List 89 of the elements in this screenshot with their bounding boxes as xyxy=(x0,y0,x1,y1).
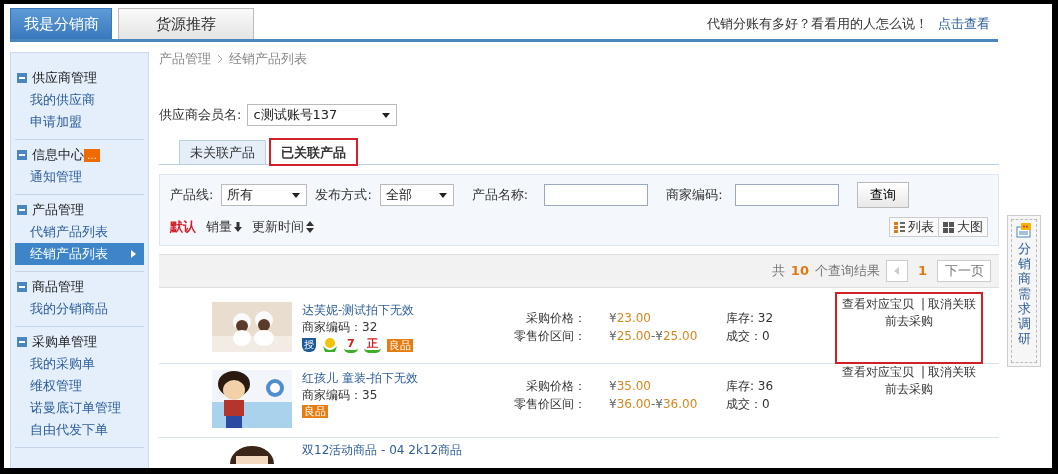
product-title[interactable]: 红孩儿 童装-拍下无效 xyxy=(302,370,496,387)
sidebar-item[interactable]: 申请加盟 xyxy=(15,111,144,133)
price-label: 零售价区间： xyxy=(514,328,586,345)
tab[interactable]: 已关联产品 xyxy=(270,139,357,165)
product-title[interactable]: 双12活动商品 - 04 2k12商品 xyxy=(302,442,496,459)
price-label: 采购价格： xyxy=(526,310,586,327)
purchase-price: ¥35.00 xyxy=(609,378,651,395)
top-tab[interactable]: 我是分销商 xyxy=(10,8,112,39)
purchase-link[interactable]: 前去采购 xyxy=(885,382,933,396)
publish-select[interactable]: 全部 xyxy=(379,184,454,206)
breadcrumb-item[interactable]: 产品管理 xyxy=(159,49,211,69)
view-toggle[interactable]: 大图 xyxy=(938,218,987,236)
sidebar-item[interactable]: 我的供应商 xyxy=(15,89,144,111)
product-code: 商家编码：35 xyxy=(302,387,379,404)
sort-icon xyxy=(306,221,314,233)
guarantee-badge: 7 xyxy=(344,337,358,353)
note-icon xyxy=(1016,223,1032,238)
product-code: 商家编码：32 xyxy=(302,319,379,336)
collapse-icon[interactable] xyxy=(17,205,27,215)
input-field[interactable] xyxy=(544,184,649,206)
collapse-icon[interactable] xyxy=(17,337,27,347)
arrow-icon xyxy=(131,250,136,258)
sidebar-item[interactable]: 代销产品列表 xyxy=(15,221,144,243)
promo-text: 代销分账有多好？看看用的人怎么说！ xyxy=(706,15,928,31)
results-text: 共 xyxy=(771,262,785,281)
next-page-button[interactable]: 下一页 xyxy=(937,260,991,282)
promo-link[interactable]: 点击查看 xyxy=(938,15,990,31)
search-button[interactable]: 查询 xyxy=(856,182,909,208)
group-title: 采购单管理 xyxy=(32,333,97,352)
view-item-link[interactable]: 查看对应宝贝 xyxy=(842,365,915,379)
sidebar-item[interactable]: 诺曼底订单管理 xyxy=(15,397,144,419)
price-label: 零售价区间： xyxy=(514,396,586,413)
collapse-icon[interactable] xyxy=(17,73,27,83)
link-separator: | xyxy=(920,365,925,379)
group-title: 产品管理 xyxy=(32,201,84,220)
quality-badge: 良品 xyxy=(386,338,413,352)
collapse-icon[interactable] xyxy=(17,150,27,160)
field-label: 商家编码: xyxy=(666,186,723,205)
sidebar-item[interactable]: 我的采购单 xyxy=(15,353,144,375)
guarantee-badge: 正 xyxy=(363,337,381,353)
link-separator: | xyxy=(920,297,925,311)
deal-count: 成交：0 xyxy=(726,396,770,413)
sidebar-item[interactable]: 自由代发下单 xyxy=(15,419,144,441)
bulb-icon xyxy=(322,337,338,353)
chevron-icon xyxy=(217,54,223,64)
deal-count: 成交：0 xyxy=(726,328,770,345)
stock-count: 库存: 36 xyxy=(726,378,774,395)
field-label: 产品名称: xyxy=(471,186,529,205)
product-title[interactable]: 达芙妮-测试拍下无效 xyxy=(302,302,496,319)
sidebar-item[interactable]: 我的分销商品 xyxy=(15,298,144,320)
collapse-icon[interactable] xyxy=(17,282,27,292)
supplier-select[interactable]: c测试账号137 xyxy=(247,104,398,126)
group-title: 商品管理 xyxy=(32,278,84,297)
view-item-link[interactable]: 查看对应宝贝 xyxy=(842,297,915,311)
unlink-link[interactable]: 取消关联 xyxy=(927,365,976,379)
survey-tab[interactable]: 分销商需求调研 xyxy=(1007,215,1041,367)
purchase-link[interactable]: 前去采购 xyxy=(885,314,933,328)
field-label: 产品线: xyxy=(170,186,214,205)
price-label: 采购价格： xyxy=(526,378,586,395)
tab[interactable]: 未关联产品 xyxy=(179,140,266,164)
sidebar-item[interactable]: 经销产品列表 xyxy=(15,243,144,265)
retail-price-range: ¥25.00-¥25.00 xyxy=(609,328,698,345)
shield-badge: 授 xyxy=(302,338,316,352)
sidebar-item[interactable]: 维权管理 xyxy=(15,375,144,397)
more-badge: … xyxy=(84,148,100,162)
arrow-icon xyxy=(894,267,900,275)
product-line-select[interactable]: 所有 xyxy=(221,184,308,206)
top-tab[interactable]: 货源推荐 xyxy=(118,8,254,39)
input-field[interactable] xyxy=(734,184,839,206)
down-arrow-icon xyxy=(234,222,242,232)
quality-badge: 良品 xyxy=(302,405,328,418)
purchase-price: ¥23.00 xyxy=(609,310,651,327)
sort-option[interactable]: 更新时间 xyxy=(252,217,314,237)
grid-icon xyxy=(943,221,954,233)
group-title: 供应商管理 xyxy=(32,69,97,88)
field-label: 供应商会员名: xyxy=(159,106,242,125)
sort-option[interactable]: 销量 xyxy=(206,217,242,237)
view-toggle[interactable]: 列表 xyxy=(890,218,938,236)
retail-price-range: ¥36.00-¥36.00 xyxy=(609,396,698,413)
results-count: 10 xyxy=(790,262,809,281)
list-icon xyxy=(894,221,905,233)
unlink-link[interactable]: 取消关联 xyxy=(927,297,976,311)
results-text: 个查询结果 xyxy=(814,262,880,281)
sidebar-item[interactable]: 通知管理 xyxy=(15,166,144,188)
stock-count: 库存: 32 xyxy=(726,310,774,327)
field-label: 发布方式: xyxy=(315,186,372,205)
breadcrumb-item: 经销产品列表 xyxy=(229,50,307,69)
group-title: 信息中心 xyxy=(32,146,84,165)
sort-option[interactable]: 默认 xyxy=(170,217,196,237)
